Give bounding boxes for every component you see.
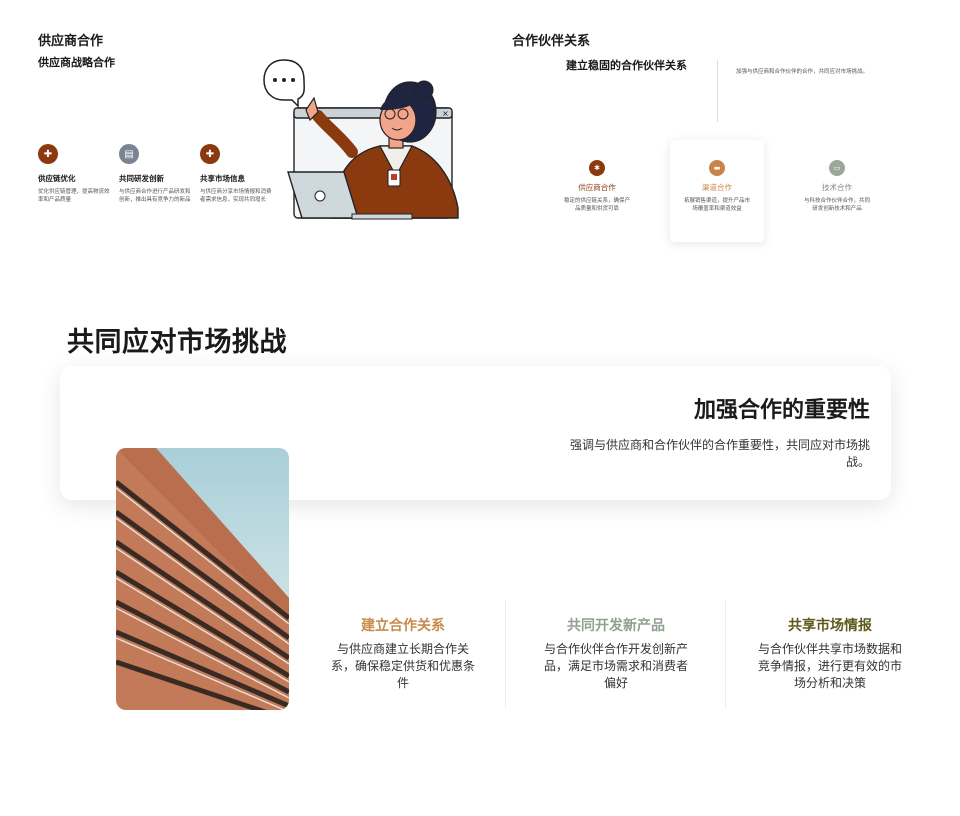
partner-card: ▭ 技术合作 与科技合作伙伴合作，共同研发创新技术和产品 (790, 140, 884, 242)
column-title: 共享市场情报 (788, 618, 872, 634)
gear-icon: ✱ (589, 160, 605, 176)
partner-slide-subtitle: 建立稳固的合作伙伴关系 (566, 59, 687, 72)
partner-card-desc: 拓展销售渠道，提升产品市场覆盖率和渠道效益 (684, 198, 751, 212)
highlight-heading: 加强合作的重要性 (693, 398, 870, 423)
partner-card-desc: 与科技合作伙伴合作，共同研发创新技术和产品 (804, 198, 871, 212)
partner-card-title: 供应商合作 (578, 183, 616, 192)
feature-item: ✚ 供应链优化 优化供应链管理，提高物流效率和产品质量 (38, 144, 110, 204)
challenge-slide-title: 共同应对市场挑战 (67, 327, 287, 358)
partner-slide-desc: 加强与供应商和合作伙伴的合作，共同应对市场挑战。 (736, 69, 869, 75)
challenge-column: 共享市场情报 与合作伙伴共享市场数据和竞争情报，进行更有效的市场分析和决策 (755, 615, 905, 692)
feature-item: ▤ 共同研发创新 与供应商合作进行产品研发和创新，推出具有竞争力的新品 (119, 144, 191, 204)
partner-slide-title: 合作伙伴关系 (512, 34, 591, 49)
puzzle-icon: ✚ (38, 144, 58, 164)
partner-card: ▬ 渠道合作 拓展销售渠道，提升产品市场覆盖率和渠道效益 (670, 140, 764, 242)
partner-card-desc: 稳定的供应链关系，确保产品质量和供货可靠 (564, 198, 631, 212)
column-desc: 与供应商建立长期合作关系，确保稳定供货和优惠条件 (330, 642, 475, 690)
partner-card: ✱ 供应商合作 稳定的供应链关系，确保产品质量和供货可靠 (550, 140, 644, 242)
column-divider (725, 600, 726, 708)
partner-card-title: 渠道合作 (702, 183, 732, 192)
column-desc: 与合作伙伴共享市场数据和竞争情报，进行更有效的市场分析和决策 (757, 642, 902, 690)
monitor-icon: ▭ (829, 160, 845, 176)
divider (717, 60, 718, 122)
column-title: 共同开发新产品 (567, 618, 665, 634)
building-photo (116, 448, 289, 710)
challenge-column: 建立合作关系 与供应商建立长期合作关系，确保稳定供货和优惠条件 (328, 615, 478, 692)
feature-desc: 与供应商合作进行产品研发和创新，推出具有竞争力的新品 (119, 189, 191, 203)
woman-laptop-illustration: × (263, 59, 459, 220)
column-title: 建立合作关系 (361, 618, 445, 634)
clipboard-icon: ▤ (119, 144, 139, 164)
puzzle-icon: ✚ (200, 144, 220, 164)
partner-card-title: 技术合作 (822, 183, 852, 192)
highlight-desc: 强调与供应商和合作伙伴的合作重要性，共同应对市场挑战。 (569, 438, 870, 469)
feature-title: 共同研发创新 (119, 174, 164, 183)
feature-desc: 优化供应链管理，提高物流效率和产品质量 (38, 189, 110, 203)
supplier-slide-title: 供应商合作 (38, 34, 104, 49)
column-desc: 与合作伙伴合作开发创新产品，满足市场需求和消费者偏好 (543, 642, 688, 690)
feature-title: 供应链优化 (38, 174, 76, 183)
column-divider (505, 600, 506, 708)
supplier-slide-subtitle: 供应商战略合作 (38, 56, 115, 69)
challenge-column: 共同开发新产品 与合作伙伴合作开发创新产品，满足市场需求和消费者偏好 (541, 615, 691, 692)
svg-text:×: × (442, 109, 449, 118)
briefcase-icon: ▬ (709, 160, 725, 176)
